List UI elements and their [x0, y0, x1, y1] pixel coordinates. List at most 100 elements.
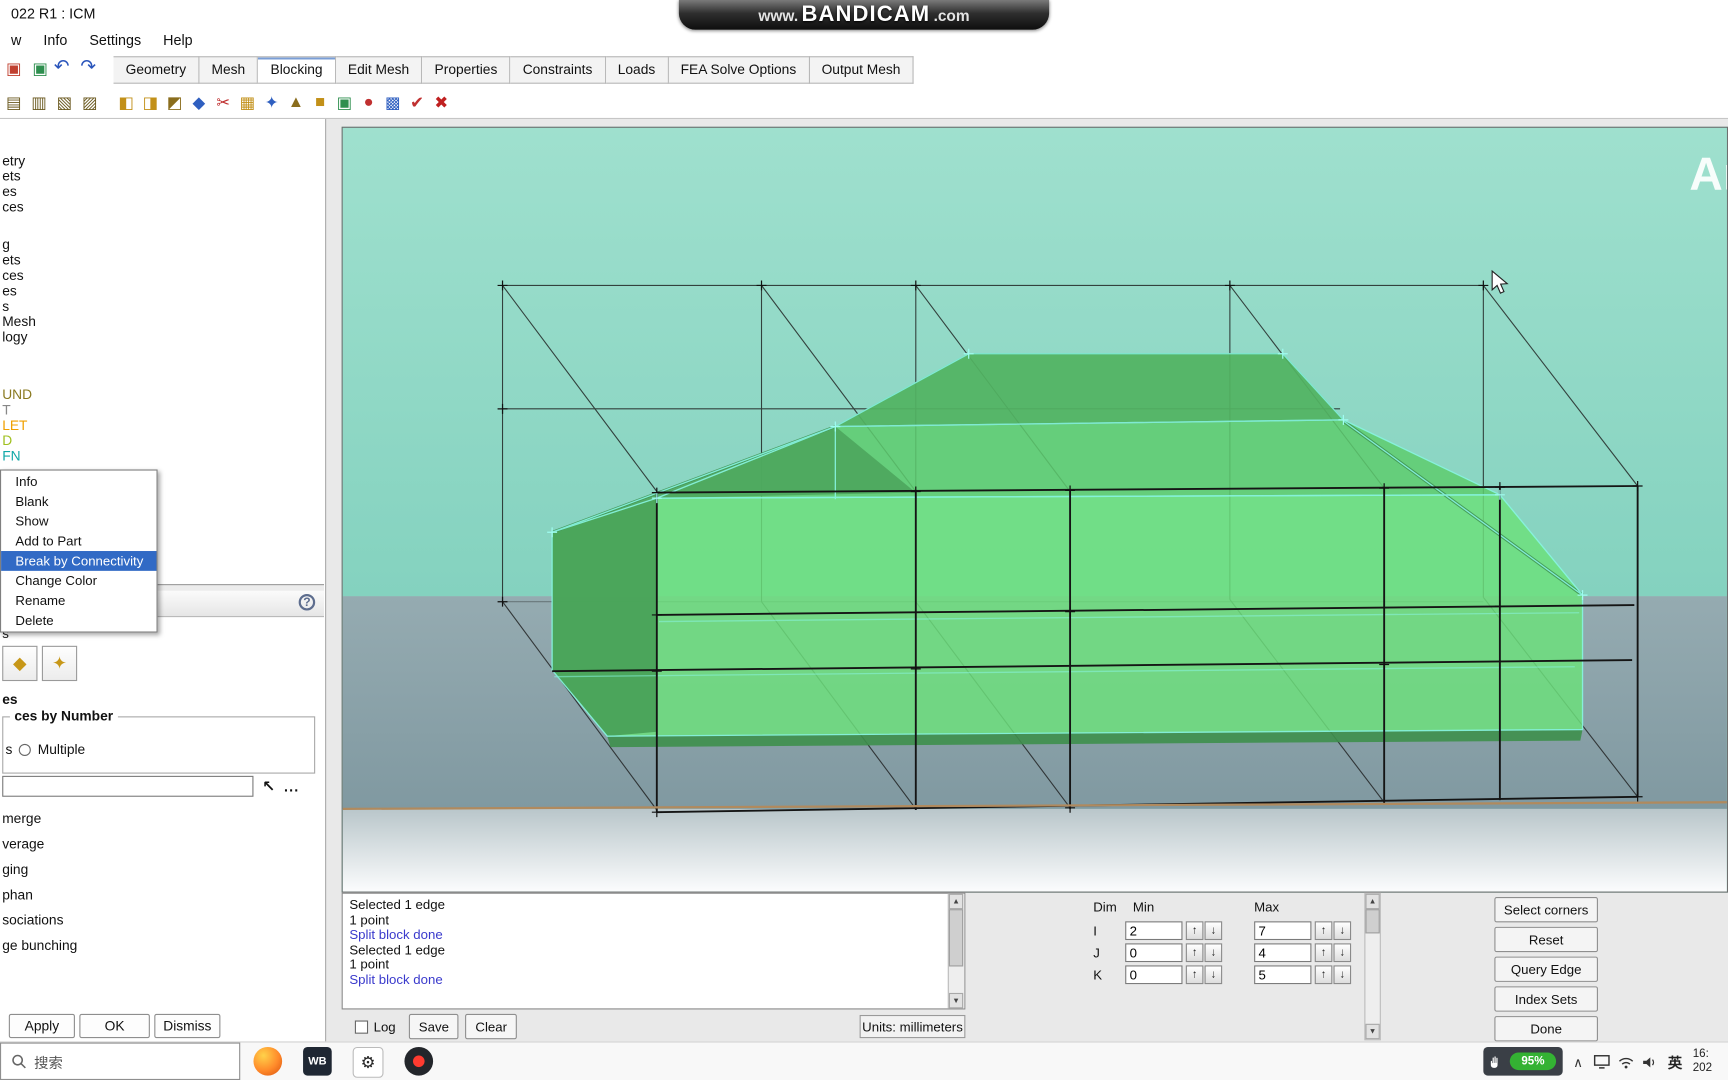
- context-menu-item-add-to-part[interactable]: Add to Part: [1, 531, 156, 551]
- dismiss-button[interactable]: Dismiss: [154, 1013, 221, 1039]
- toolbar-icon-transform-blocks[interactable]: ▲: [284, 90, 307, 114]
- context-menu-item-break-by-connectivity[interactable]: Break by Connectivity: [1, 551, 157, 571]
- tree-item[interactable]: ces: [2, 268, 36, 283]
- min-spin-up-button[interactable]: ↑: [1185, 921, 1204, 941]
- toolbar-icon-delete-block[interactable]: ✖: [430, 90, 453, 114]
- pick-cursor-icon[interactable]: ↖: [262, 777, 275, 796]
- max-spin-down-button[interactable]: ↓: [1333, 965, 1352, 985]
- tab-properties[interactable]: Properties: [422, 56, 511, 84]
- save-button[interactable]: Save: [408, 1013, 459, 1040]
- toolbar-icon-view-tool-2[interactable]: ▥: [28, 90, 51, 114]
- toolbar-icon-create-block[interactable]: ◧: [115, 90, 138, 114]
- option-item[interactable]: sociations: [2, 908, 77, 933]
- max-spin-down-button[interactable]: ↓: [1333, 943, 1352, 963]
- context-menu-item-delete[interactable]: Delete: [1, 611, 156, 631]
- tool-chip-move-vertex-tool[interactable]: ✦: [41, 645, 78, 682]
- toolbar-icon-view-tool-3[interactable]: ▧: [53, 90, 76, 114]
- index-scrollbar[interactable]: ▲ ▼: [1364, 892, 1381, 1041]
- tool-chip-edge-param-tool[interactable]: ◆: [2, 645, 38, 682]
- taskbar-app-firefox[interactable]: [253, 1046, 283, 1076]
- scroll-down-icon[interactable]: ▼: [1365, 1023, 1380, 1040]
- tree-item[interactable]: es: [2, 283, 36, 298]
- tree-item[interactable]: Mesh: [2, 314, 36, 329]
- tree-item[interactable]: LET: [2, 418, 36, 433]
- viewport-canvas[interactable]: Ar: [342, 127, 1727, 892]
- max-input[interactable]: [1254, 943, 1312, 963]
- tab-geometry[interactable]: Geometry: [113, 56, 200, 84]
- menu-item[interactable]: Info: [32, 31, 78, 48]
- toolbar-icon-block-checks[interactable]: ▩: [381, 90, 404, 114]
- min-spin-up-button[interactable]: ↑: [1185, 943, 1204, 963]
- toolbar-icon-split-block[interactable]: ◨: [139, 90, 162, 114]
- tree-item[interactable]: etry: [2, 153, 36, 168]
- menu-item[interactable]: Settings: [78, 31, 152, 48]
- toolbar-icon-associate[interactable]: ▦: [236, 90, 259, 114]
- 3d-viewport[interactable]: Ar: [341, 126, 1728, 893]
- toolbar-icon-ogrid-block[interactable]: ◩: [163, 90, 186, 114]
- tab-constraints[interactable]: Constraints: [510, 56, 606, 84]
- min-input[interactable]: [1125, 921, 1183, 941]
- toolbar-icon-edit-edge[interactable]: ✂: [212, 90, 235, 114]
- message-scrollbar[interactable]: ▲ ▼: [947, 893, 965, 1009]
- index-button-done[interactable]: Done: [1494, 1016, 1598, 1042]
- tab-output-mesh[interactable]: Output Mesh: [809, 56, 914, 84]
- toolbar-icon-edit-block[interactable]: ■: [309, 90, 332, 114]
- ime-indicator[interactable]: 英: [1664, 1043, 1686, 1080]
- browse-button[interactable]: ...: [284, 778, 299, 795]
- context-menu-item-rename[interactable]: Rename: [1, 591, 156, 611]
- min-spin-up-button[interactable]: ↑: [1185, 965, 1204, 985]
- tree-item[interactable]: logy: [2, 330, 36, 345]
- log-checkbox[interactable]: [354, 1019, 369, 1034]
- tab-fea-solve-options[interactable]: FEA Solve Options: [668, 56, 810, 84]
- scroll-down-icon[interactable]: ▼: [948, 992, 964, 1009]
- ok-button[interactable]: OK: [79, 1013, 150, 1039]
- tab-edit-mesh[interactable]: Edit Mesh: [335, 56, 423, 84]
- option-item[interactable]: phan: [2, 883, 77, 908]
- tree-item[interactable]: es: [2, 184, 36, 199]
- index-button-select-corners[interactable]: Select corners: [1494, 897, 1598, 923]
- toolbar-icon-merge-vertices[interactable]: ◆: [187, 90, 210, 114]
- toolbar-icon-view-tool-4[interactable]: ▨: [78, 90, 101, 114]
- toolbar-icon-pre-mesh-smooth[interactable]: ✔: [406, 90, 429, 114]
- scrollbar-thumb[interactable]: [948, 909, 964, 967]
- taskbar-app-bandicam[interactable]: [404, 1046, 434, 1076]
- toolbar-icon-move-vertex[interactable]: ✦: [260, 90, 283, 114]
- tree-item[interactable]: ets: [2, 252, 36, 267]
- menu-item[interactable]: Help: [152, 31, 204, 48]
- max-spin-up-button[interactable]: ↑: [1314, 921, 1333, 941]
- min-spin-down-button[interactable]: ↓: [1204, 921, 1223, 941]
- tree-item[interactable]: g: [2, 237, 36, 252]
- scroll-up-icon[interactable]: ▲: [948, 893, 964, 910]
- tree-item[interactable]: FN: [2, 449, 36, 464]
- taskbar-app-workbench[interactable]: WB: [303, 1046, 332, 1076]
- max-spin-up-button[interactable]: ↑: [1314, 943, 1333, 963]
- context-menu-item-change-color[interactable]: Change Color: [1, 571, 156, 591]
- scrollbar-thumb[interactable]: [1365, 909, 1380, 934]
- scroll-up-icon[interactable]: ▲: [1365, 893, 1380, 910]
- undo-icon[interactable]: ↶: [51, 56, 73, 78]
- option-item[interactable]: ging: [2, 857, 77, 882]
- help-icon[interactable]: ?: [298, 594, 316, 611]
- tree-item[interactable]: D: [2, 433, 36, 448]
- tree-item[interactable]: ets: [2, 169, 36, 184]
- max-input[interactable]: [1254, 921, 1312, 941]
- toolbar-icon-app-1[interactable]: ▣: [2, 56, 25, 80]
- tree-item[interactable]: ces: [2, 199, 36, 214]
- display-icon[interactable]: [1591, 1043, 1611, 1080]
- toolbar-icon-pre-mesh-quality[interactable]: ●: [357, 90, 380, 114]
- tree-item[interactable]: T: [2, 402, 36, 417]
- selection-input[interactable]: [2, 775, 254, 797]
- apply-button[interactable]: Apply: [8, 1013, 75, 1039]
- min-spin-down-button[interactable]: ↓: [1204, 965, 1223, 985]
- context-menu-item-show[interactable]: Show: [1, 511, 156, 531]
- menu-item[interactable]: w: [0, 31, 32, 48]
- max-spin-down-button[interactable]: ↓: [1333, 921, 1352, 941]
- min-spin-down-button[interactable]: ↓: [1204, 943, 1223, 963]
- taskbar-clock[interactable]: 16: 202: [1693, 1047, 1728, 1077]
- index-button-index-sets[interactable]: Index Sets: [1494, 986, 1598, 1012]
- toolbar-icon-app-2[interactable]: ▣: [29, 56, 52, 80]
- tree-item[interactable]: s: [2, 299, 36, 314]
- index-button-query-edge[interactable]: Query Edge: [1494, 956, 1598, 982]
- multiple-radio[interactable]: [19, 743, 32, 756]
- option-item[interactable]: merge: [2, 807, 77, 832]
